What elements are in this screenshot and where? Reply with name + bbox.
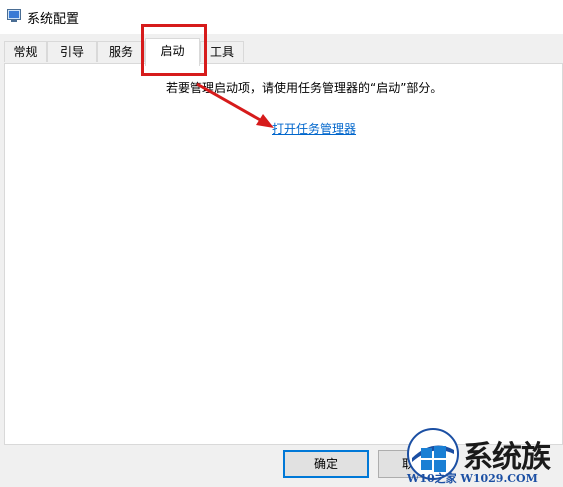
tab-startup-label: 启动 [160,44,185,58]
window-title: 系统配置 [27,12,80,27]
tab-startup[interactable]: 启动 [145,38,200,66]
tab-services-label: 服务 [108,45,133,59]
tab-boot[interactable]: 引导 [47,41,97,62]
tab-tools[interactable]: 工具 [200,41,244,62]
system-config-icon [7,9,21,22]
tab-general-label: 常规 [13,45,38,59]
startup-hint: 若要管理启动项，请使用任务管理器的“启动”部分。 [166,81,443,95]
tab-boot-label: 引导 [59,45,84,59]
tab-services[interactable]: 服务 [97,41,145,62]
open-task-manager-link[interactable]: 打开任务管理器 [272,120,356,137]
tab-tools-label: 工具 [209,45,234,59]
tab-general[interactable]: 常规 [4,41,47,62]
ok-button[interactable]: 确定 [283,450,369,478]
title-bar: 系统配置 [0,0,563,34]
watermark-url: W10之家 W1029.COM [407,472,538,485]
watermark-logo: 系统族 W10之家 W1029.COM [405,428,563,487]
